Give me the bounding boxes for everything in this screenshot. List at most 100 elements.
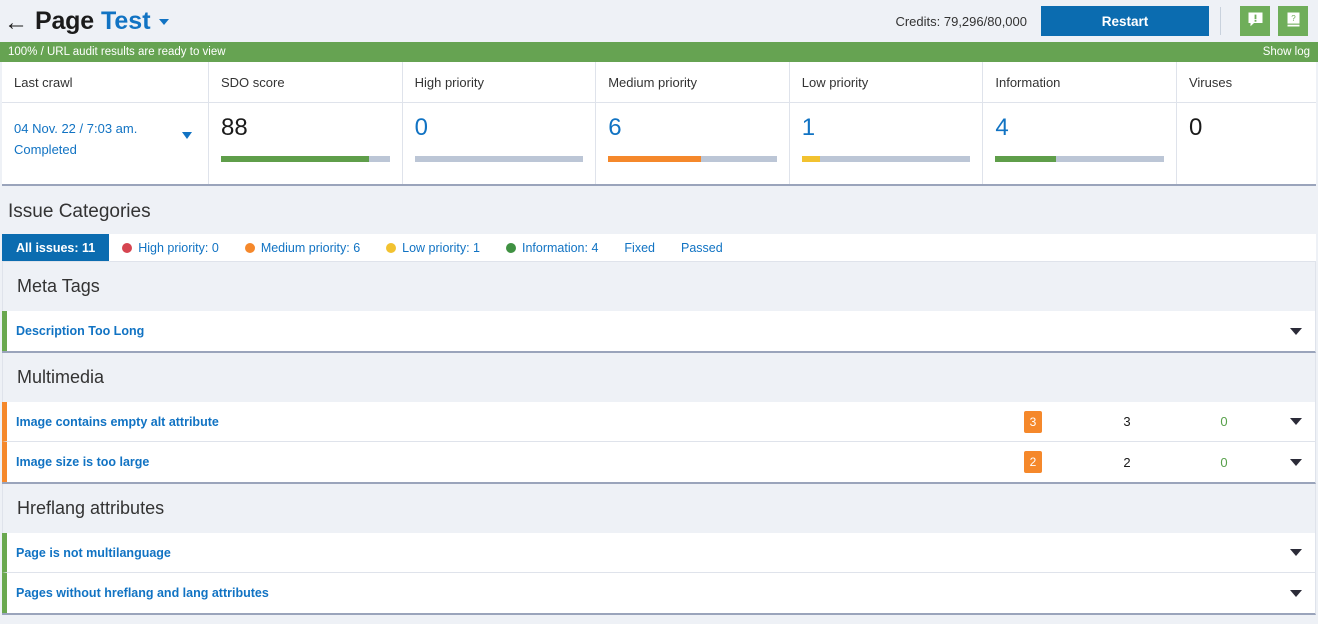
metric-progress-fill	[221, 156, 370, 162]
chevron-down-icon[interactable]	[1290, 327, 1302, 335]
issue-list: Meta Tags Description Too Long Multimedia I…	[2, 262, 1316, 615]
chevron-down-icon[interactable]	[1290, 418, 1302, 425]
metric-body: 04 Nov. 22 / 7:03 am. Completed	[2, 103, 208, 184]
issue-group-header: Multimedia	[2, 353, 1316, 402]
last-crawl-date[interactable]: 04 Nov. 22 / 7:03 am.	[14, 118, 137, 139]
metric-header: SDO score	[209, 62, 402, 103]
tab-label: All issues: 11	[16, 240, 96, 255]
metric-column-low-priority: Low priority 1	[789, 62, 984, 184]
status-banner: 100% / URL audit results are ready to vi…	[0, 42, 1318, 62]
issue-name-link[interactable]: Description Too Long	[7, 324, 1315, 338]
metric-header: Viruses	[1176, 62, 1316, 103]
chevron-down-icon[interactable]	[1290, 589, 1302, 597]
issue-row[interactable]: Description Too Long	[2, 311, 1315, 351]
metric-progress-track	[801, 156, 971, 162]
page-title-group: ← Page Test	[4, 7, 169, 36]
issue-row[interactable]: Pages without hreflang and lang attribut…	[2, 573, 1315, 613]
issue-group-rows: Description Too Long	[2, 311, 1316, 353]
issue-name-link[interactable]: Page is not multilanguage	[7, 546, 1315, 560]
priority-dot-icon	[244, 242, 255, 253]
metric-body: 4	[983, 103, 1176, 184]
metric-value[interactable]: 1	[802, 115, 971, 140]
issue-fixed-count: 0	[1220, 414, 1228, 429]
metric-progress-fill	[608, 156, 701, 162]
last-crawl-cell[interactable]: 04 Nov. 22 / 7:03 am. Completed	[14, 115, 196, 161]
tab-label: Passed	[680, 240, 723, 255]
priority-dot-icon	[505, 242, 516, 253]
tab-passed[interactable]: Passed	[668, 234, 736, 261]
help-book-icon: ?	[1285, 11, 1302, 31]
metric-value: 0	[1188, 114, 1203, 141]
credits-label: Credits: 79,296/80,000	[895, 13, 1027, 29]
metric-body: 1	[790, 103, 983, 184]
metric-header: High priority	[402, 62, 596, 103]
metric-progress-fill	[801, 156, 821, 162]
metric-body: 88	[209, 103, 402, 184]
issue-row[interactable]: Image size is too large 2 2 0	[2, 442, 1315, 482]
issue-total-count: 2	[1123, 454, 1131, 470]
metric-value[interactable]: 0	[415, 115, 584, 140]
metrics-summary-table: Last crawl 04 Nov. 22 / 7:03 am. Completed…	[2, 62, 1316, 186]
tab-label: Medium priority: 6	[260, 240, 361, 255]
arrow-left-icon[interactable]: ←	[4, 10, 28, 35]
metric-header: Medium priority	[596, 62, 789, 103]
issue-row[interactable]: Page is not multilanguage	[2, 533, 1315, 573]
svg-text:?: ?	[1291, 14, 1296, 23]
issue-name-link[interactable]: Pages without hreflang and lang attribut…	[7, 586, 1315, 600]
chevron-down-icon[interactable]	[1290, 549, 1302, 556]
metric-body: 0	[403, 103, 596, 184]
metric-progress-track	[608, 156, 777, 162]
issue-group-rows: Page is not multilanguage Pages without h…	[2, 533, 1316, 615]
show-log-link[interactable]: Show log	[1263, 46, 1310, 58]
issue-fixed-count: 0	[1220, 454, 1228, 470]
metric-header: Low priority	[789, 62, 983, 103]
issue-group-rows: Image contains empty alt attribute 3 3 0 Ima…	[2, 402, 1316, 484]
feedback-button[interactable]	[1240, 6, 1270, 36]
page-title: Page	[35, 6, 94, 35]
metric-progress-track	[414, 156, 584, 162]
metric-value[interactable]: 4	[995, 115, 1164, 140]
tab-label: Low priority: 1	[402, 240, 480, 255]
chevron-down-icon[interactable]	[158, 18, 169, 25]
help-button[interactable]: ?	[1278, 6, 1308, 36]
metric-body: 6	[596, 103, 789, 184]
issue-priority-badge: 3	[1024, 410, 1042, 433]
issue-row[interactable]: Image contains empty alt attribute 3 3 0	[2, 402, 1315, 442]
site-selector-label[interactable]: Test	[101, 7, 151, 36]
issue-categories-title: Issue Categories	[8, 201, 151, 222]
metric-progress-track	[995, 156, 1164, 162]
restart-button[interactable]: Restart	[1041, 6, 1209, 36]
last-crawl-text[interactable]: 04 Nov. 22 / 7:03 am. Completed	[14, 118, 137, 161]
metric-column-medium-priority: Medium priority 6	[596, 62, 790, 184]
metric-progress-track	[221, 156, 390, 162]
metric-column-high-priority: High priority 0	[402, 62, 597, 184]
tab-label: Fixed	[624, 240, 655, 255]
tab-label: Information: 4	[521, 240, 599, 255]
metric-body: 0	[1177, 103, 1316, 184]
tab-medium-priority-6[interactable]: Medium priority: 6	[232, 234, 373, 261]
metric-header: Last crawl	[2, 62, 208, 103]
tab-all-issues-11[interactable]: All issues: 11	[2, 234, 110, 261]
last-crawl-status[interactable]: Completed	[14, 139, 137, 160]
chevron-down-icon[interactable]	[1290, 458, 1302, 466]
metric-column-viruses: Viruses 0	[1176, 62, 1316, 184]
chevron-down-icon[interactable]	[182, 132, 192, 139]
priority-dot-icon	[386, 242, 397, 253]
issue-priority-badge: 2	[1024, 451, 1042, 473]
tab-low-priority-1[interactable]: Low priority: 1	[373, 234, 493, 261]
metric-value[interactable]: 6	[608, 115, 777, 140]
metric-column-last-crawl: Last crawl 04 Nov. 22 / 7:03 am. Completed	[2, 62, 209, 184]
tab-high-priority-0[interactable]: High priority: 0	[109, 234, 232, 261]
app-header: ← Page Test Credits: 79,296/80,000 Resta…	[0, 0, 1318, 42]
tab-information-4[interactable]: Information: 4	[493, 234, 611, 261]
tab-fixed[interactable]: Fixed	[611, 234, 668, 261]
priority-dot-icon	[122, 242, 133, 253]
speech-bubble-alert-icon	[1247, 11, 1264, 31]
issue-filter-tabs: All issues: 11 High priority: 0 Medium pri…	[2, 234, 1316, 262]
issue-group-header: Hreflang attributes	[2, 484, 1316, 533]
metric-column-sdo-score: SDO score 88	[209, 62, 403, 184]
header-divider	[1220, 7, 1221, 35]
tab-label: High priority: 0	[138, 240, 219, 255]
metric-value: 88	[221, 114, 248, 141]
issue-total-count: 3	[1123, 414, 1131, 429]
